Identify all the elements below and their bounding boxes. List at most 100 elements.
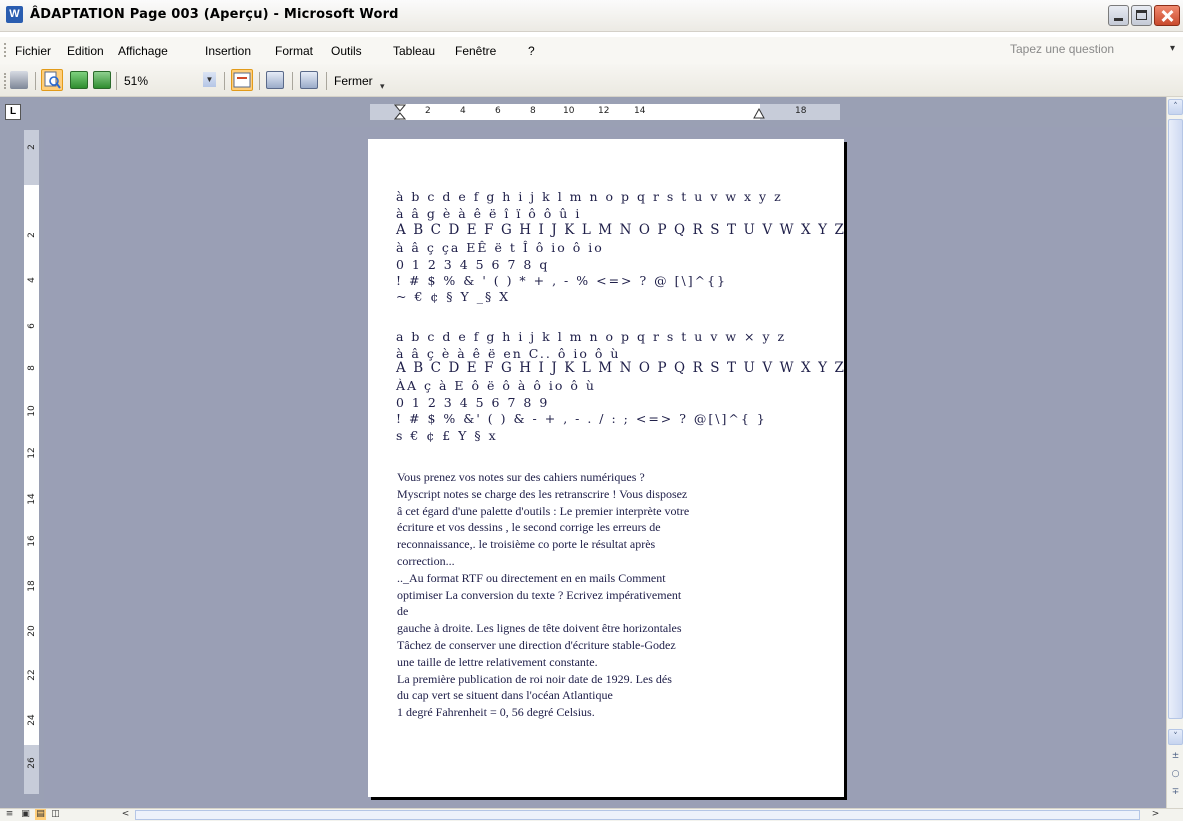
web-view-icon[interactable]: ▣ xyxy=(20,809,31,820)
char-line: à â ç ça EÊ ë t Î ô io ô io xyxy=(396,240,604,255)
tab-stop-selector[interactable]: L xyxy=(5,104,21,120)
next-page-button[interactable]: ∓ xyxy=(1168,785,1183,801)
document-paragraph: Vous prenez vos notes sur des cahiers nu… xyxy=(397,469,797,721)
word-app-icon[interactable]: W xyxy=(6,6,23,23)
char-line: a b c d e f g h i j k l m n o p q r s t … xyxy=(396,329,787,344)
maximize-button[interactable] xyxy=(1131,5,1152,26)
scroll-left-button[interactable]: < xyxy=(120,809,131,820)
char-line: ! # $ % & ' ( ) * + , - % <=> ? @ [\]^{} xyxy=(396,273,727,288)
vertical-scrollbar[interactable]: ˄ ˅ ± ○ ∓ xyxy=(1166,97,1183,808)
close-button[interactable] xyxy=(1154,5,1180,26)
one-page-icon[interactable] xyxy=(70,71,88,89)
toolbar-separator xyxy=(326,72,327,90)
char-line: à â g è à ê ë î ï ô ô û i xyxy=(396,206,582,221)
zoom-dropdown[interactable]: ▼ xyxy=(202,72,216,89)
toolbar-separator xyxy=(292,72,293,90)
char-line: ~ € ¢ § Y _§ X xyxy=(396,289,511,304)
paragraph-line: 1 degré Fahrenheit = 0, 56 degré Celsius… xyxy=(397,705,595,720)
scroll-thumb[interactable] xyxy=(1168,119,1183,719)
outline-view-icon[interactable]: ◫ xyxy=(50,809,61,820)
scroll-down-button[interactable]: ˅ xyxy=(1168,729,1183,745)
ruler-tick: 10 xyxy=(27,405,37,417)
char-line: A B C D E F G H I J K L M N O P Q R S T … xyxy=(396,222,846,238)
ruler-tick: 26 xyxy=(27,757,37,769)
window-title: ÂDAPTATION Page 003 (Aperçu) - Microsoft… xyxy=(30,7,399,22)
char-line: ! # $ % &' ( ) & - + , - . / : ; <=> ? @… xyxy=(396,411,767,426)
question-input[interactable]: Tapez une question xyxy=(1010,42,1175,59)
scroll-right-button[interactable]: > xyxy=(1150,809,1161,820)
zoom-label: 51% xyxy=(124,74,149,88)
menu-affichage[interactable]: Affichage xyxy=(118,44,168,58)
right-indent-marker[interactable] xyxy=(753,108,765,120)
horizontal-scroll-thumb[interactable] xyxy=(135,810,1140,820)
ruler-tick: 2 xyxy=(27,144,37,150)
vertical-ruler-text-area xyxy=(24,185,39,745)
menu-edition[interactable]: Edition xyxy=(67,44,104,58)
minimize-button[interactable] xyxy=(1108,5,1129,26)
ruler-text-area xyxy=(400,104,760,120)
char-line: à â ç è à ê ë en C.. ô io ô ù xyxy=(396,346,621,361)
view-ruler-icon[interactable] xyxy=(231,69,253,91)
paragraph-line: Vous prenez vos notes sur des cahiers nu… xyxy=(397,470,645,484)
scroll-up-button[interactable]: ˄ xyxy=(1168,99,1183,115)
print-view-icon[interactable]: ▤ xyxy=(35,809,46,820)
menu-format[interactable]: Format xyxy=(275,44,313,58)
paragraph-line: La première publication de roi noir date… xyxy=(397,671,672,686)
char-line: A B C D E F G H I J K L M N O P Q R S T … xyxy=(396,360,846,376)
toolbar-separator xyxy=(259,72,260,90)
ruler-tick: 14 xyxy=(634,106,646,116)
ruler-tick: 8 xyxy=(530,106,536,116)
ruler-tick: 12 xyxy=(27,447,37,459)
paragraph-line: du cap vert se situent dans l'océan Atla… xyxy=(397,688,613,703)
paragraph-line: â cet égard d'une palette d'outils : Le … xyxy=(397,503,690,518)
ruler-tick: 4 xyxy=(460,106,466,116)
ruler-tick: 18 xyxy=(27,580,37,592)
ruler-tick: 6 xyxy=(27,323,37,329)
select-browse-object-button[interactable]: ○ xyxy=(1168,767,1183,783)
document-page[interactable]: à b c d e f g h i j k l m n o p q r s t … xyxy=(368,139,844,797)
paragraph-line: de xyxy=(397,604,409,619)
paragraph-line: .._Au format RTF ou directement en en ma… xyxy=(397,570,666,585)
menu-outils[interactable]: Outils xyxy=(331,44,362,58)
multiple-pages-icon[interactable] xyxy=(93,71,111,89)
menu-tableau[interactable]: Tableau xyxy=(393,44,435,58)
menu-help[interactable]: ? xyxy=(528,44,535,58)
menu-fichier[interactable]: Fichier xyxy=(15,44,51,58)
ruler-tick: 16 xyxy=(27,535,37,547)
close-preview-button[interactable]: Fermer xyxy=(334,74,373,88)
menu-grip-handle[interactable] xyxy=(4,43,8,57)
ruler-tick: 6 xyxy=(495,106,501,116)
char-line: s € ¢ £ Y § x xyxy=(396,428,498,443)
paragraph-line: une taille de lettre relativement consta… xyxy=(397,654,598,669)
first-line-indent-marker[interactable] xyxy=(394,104,406,122)
toolbar-separator xyxy=(224,72,225,90)
char-line: 0 1 2 3 4 5 6 7 8 q xyxy=(396,257,550,272)
ruler-tick: 2 xyxy=(27,232,37,238)
ruler-tick: 22 xyxy=(27,669,37,681)
ruler-tick: 14 xyxy=(27,493,37,505)
ruler-tick: 18 xyxy=(795,106,807,116)
toolbar-grip-handle[interactable] xyxy=(4,73,8,89)
shrink-to-fit-icon[interactable] xyxy=(266,71,284,89)
magnifier-icon[interactable] xyxy=(41,69,63,91)
status-bar: ≡ ▣ ▤ ◫ < > xyxy=(0,808,1183,821)
menu-bar: Fichier Edition Affichage Insertion Form… xyxy=(0,37,1183,64)
previous-page-button[interactable]: ± xyxy=(1168,749,1183,765)
normal-view-icon[interactable]: ≡ xyxy=(4,809,15,820)
toolbar-separator xyxy=(35,72,36,90)
full-screen-icon[interactable] xyxy=(300,71,318,89)
char-line: à b c d e f g h i j k l m n o p q r s t … xyxy=(396,189,783,204)
ruler-tick: 8 xyxy=(27,365,37,371)
menu-insertion[interactable]: Insertion xyxy=(205,44,251,58)
title-bar: W ÂDAPTATION Page 003 (Aperçu) - Microso… xyxy=(0,0,1183,32)
toolbar-options-icon[interactable]: ▾ xyxy=(380,82,388,92)
horizontal-ruler[interactable]: 2 4 6 8 10 12 14 18 xyxy=(370,104,840,120)
preview-toolbar: 51% ▼ Fermer ▾ xyxy=(0,64,1183,97)
ruler-tick: 20 xyxy=(27,625,37,637)
ruler-tick: 24 xyxy=(27,714,37,726)
print-icon[interactable] xyxy=(10,71,28,89)
chevron-down-icon[interactable]: ▼ xyxy=(203,72,216,87)
menu-fenetre[interactable]: Fenêtre xyxy=(455,44,496,58)
vertical-ruler[interactable]: 2 2 4 6 8 10 12 14 16 18 20 22 24 26 xyxy=(24,130,39,794)
paragraph-line: écriture et vos dessins , le second corr… xyxy=(397,520,661,535)
